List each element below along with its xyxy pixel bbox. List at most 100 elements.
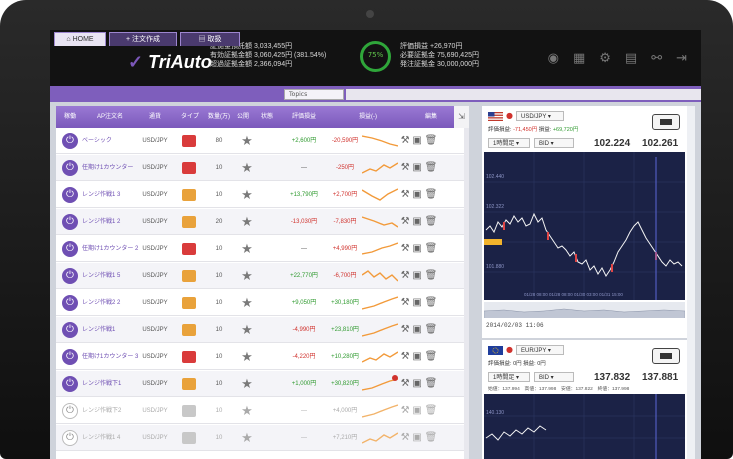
robot-icon[interactable]: ◉: [548, 52, 559, 65]
document-icon[interactable]: ▤: [625, 52, 637, 65]
copy-icon[interactable]: ▣: [412, 351, 421, 362]
settings-tool-icon[interactable]: ⚒: [401, 189, 410, 200]
favorite-star-icon[interactable]: ★: [240, 290, 254, 316]
copy-icon[interactable]: ▣: [412, 297, 421, 308]
topics-ticker[interactable]: Topics: [284, 89, 344, 100]
trash-icon[interactable]: 🗑: [425, 270, 438, 281]
power-toggle-icon[interactable]: ⏻: [62, 430, 78, 446]
copy-icon[interactable]: ▣: [412, 405, 421, 416]
rate-panel-scrollbar[interactable]: [687, 106, 695, 459]
settings-tool-icon[interactable]: ⚒: [401, 324, 410, 335]
candlestick-chart-eurjpy[interactable]: 140.130: [484, 394, 685, 459]
col-quantity[interactable]: 数量(万): [206, 106, 232, 128]
grid-icon[interactable]: ▦: [573, 52, 585, 65]
trash-icon[interactable]: 🗑: [425, 243, 438, 254]
col-pair[interactable]: 通貨: [136, 106, 174, 128]
favorite-star-icon[interactable]: ★: [240, 209, 254, 235]
favorite-star-icon[interactable]: ★: [240, 425, 254, 451]
col-status[interactable]: 状態: [254, 106, 280, 128]
trash-icon[interactable]: 🗑: [425, 432, 438, 443]
power-toggle-icon[interactable]: ⏻: [62, 403, 78, 419]
settings-tool-icon[interactable]: ⚒: [401, 351, 410, 362]
gear-icon[interactable]: ⚙: [599, 52, 611, 65]
power-toggle-icon[interactable]: ⏻: [62, 241, 78, 257]
trash-icon[interactable]: 🗑: [425, 405, 438, 416]
favorite-star-icon[interactable]: ★: [240, 398, 254, 424]
power-toggle-icon[interactable]: ⏻: [62, 214, 78, 230]
order-name[interactable]: レンジ作戦下1: [82, 375, 124, 393]
table-row[interactable]: ⏻ レンジ作戦1 3 USD/JPY 10 ★ +13,790円 +2,700円 ⚒ ▣ 🗑: [56, 182, 469, 208]
table-row[interactable]: ⏻ レンジ作戦1 2 USD/JPY 20 ★ -13,030円 -7,830円 ⚒ ▣ 🗑: [56, 209, 469, 235]
copy-icon[interactable]: ▣: [412, 432, 421, 443]
pair-select-eurjpy[interactable]: EUR/JPY ▾: [516, 345, 564, 355]
table-row[interactable]: ⏻ 任期け1カウンター 2 USD/JPY 10 ★ — +4,990円 ⚒ ▣ 🗑: [56, 236, 469, 262]
trash-icon[interactable]: 🗑: [425, 378, 438, 389]
order-window-button-eurjpy[interactable]: [652, 348, 680, 364]
table-row[interactable]: ⏻ レンジ作戦1 USD/JPY 10 ★ -4,990円 +23,810円 ⚒ ▣ 🗑: [56, 317, 469, 343]
col-unrealized-pnl[interactable]: 評価損益: [280, 106, 328, 128]
power-toggle-icon[interactable]: ⏻: [62, 349, 78, 365]
timeframe-select-usdjpy[interactable]: 1時間足 ▾: [488, 138, 530, 148]
logout-icon[interactable]: ⇥: [676, 52, 687, 65]
tab-home[interactable]: ⌂ HOME: [54, 32, 106, 46]
order-name[interactable]: レンジ作戦2 2: [82, 294, 124, 312]
table-row[interactable]: ⏻ レンジ作戦1 5 USD/JPY 10 ★ +22,770円 -6,700円 ⚒ ▣ 🗑: [56, 263, 469, 289]
side-select-usdjpy[interactable]: BID ▾: [534, 138, 574, 148]
timeframe-select-eurjpy[interactable]: 1時間足 ▾: [488, 372, 530, 382]
trash-icon[interactable]: 🗑: [425, 216, 438, 227]
copy-icon[interactable]: ▣: [412, 135, 421, 146]
settings-tool-icon[interactable]: ⚒: [401, 432, 410, 443]
order-name[interactable]: レンジ作戦下2: [82, 402, 124, 420]
power-toggle-icon[interactable]: ⏻: [62, 322, 78, 338]
favorite-star-icon[interactable]: ★: [240, 263, 254, 289]
trash-icon[interactable]: 🗑: [425, 351, 438, 362]
order-name[interactable]: レンジ作戦1 3: [82, 186, 124, 204]
favorite-star-icon[interactable]: ★: [240, 128, 254, 154]
side-select-eurjpy[interactable]: BID ▾: [534, 372, 574, 382]
table-row[interactable]: ⏻ レンジ作戦2 2 USD/JPY 10 ★ +9,050円 +30,180円 ⚒ ▣ 🗑: [56, 290, 469, 316]
settings-tool-icon[interactable]: ⚒: [401, 243, 410, 254]
favorite-star-icon[interactable]: ★: [240, 344, 254, 370]
trash-icon[interactable]: 🗑: [425, 135, 438, 146]
power-toggle-icon[interactable]: ⏻: [62, 268, 78, 284]
table-row[interactable]: ⏻ 任期け1カウンター USD/JPY 10 ★ — -250円 ⚒ ▣ 🗑: [56, 155, 469, 181]
favorite-star-icon[interactable]: ★: [240, 236, 254, 262]
col-edit[interactable]: 編集: [408, 106, 454, 128]
table-row[interactable]: ⏻ レンジ作戦1 4 USD/JPY 10 ★ — +7,210円 ⚒ ▣ 🗑: [56, 425, 469, 451]
power-toggle-icon[interactable]: ⏻: [62, 295, 78, 311]
favorite-star-icon[interactable]: ★: [240, 371, 254, 397]
order-name[interactable]: ベーシック: [82, 132, 124, 150]
order-window-button-usdjpy[interactable]: [652, 114, 680, 130]
settings-tool-icon[interactable]: ⚒: [401, 297, 410, 308]
pair-select-usdjpy[interactable]: USD/JPY ▾: [516, 111, 564, 121]
power-toggle-icon[interactable]: ⏻: [62, 187, 78, 203]
power-toggle-icon[interactable]: ⏻: [62, 376, 78, 392]
table-row[interactable]: ⏻ レンジ作戦下1 USD/JPY 10 ★ +1,000円 +30,820円 ⚒ ▣ 🗑: [56, 371, 469, 397]
link-icon[interactable]: ⚯: [651, 52, 662, 65]
col-public[interactable]: 公開: [232, 106, 254, 128]
expand-icon[interactable]: ⇲: [454, 106, 469, 128]
copy-icon[interactable]: ▣: [412, 324, 421, 335]
favorite-star-icon[interactable]: ★: [240, 182, 254, 208]
candlestick-chart-usdjpy[interactable]: 102.440 102.322 101.880 01/28 08:00 01/2…: [484, 152, 685, 300]
table-row[interactable]: ⏻ レンジ作戦下2 USD/JPY 10 ★ — +4,000円 ⚒ ▣ 🗑: [56, 398, 469, 424]
order-name[interactable]: レンジ作戦1 2: [82, 213, 124, 231]
trash-icon[interactable]: 🗑: [425, 162, 438, 173]
copy-icon[interactable]: ▣: [412, 378, 421, 389]
power-toggle-icon[interactable]: ⏻: [62, 160, 78, 176]
tab-create-order[interactable]: + 注文作成: [109, 32, 177, 46]
order-name[interactable]: レンジ作戦1 5: [82, 267, 124, 285]
table-scrollbar[interactable]: [464, 128, 469, 459]
chart-navigator-usdjpy[interactable]: [484, 302, 685, 318]
favorite-star-icon[interactable]: ★: [240, 155, 254, 181]
settings-tool-icon[interactable]: ⚒: [401, 378, 410, 389]
settings-tool-icon[interactable]: ⚒: [401, 216, 410, 227]
order-name[interactable]: 任期け1カウンター 3: [82, 348, 138, 366]
order-name[interactable]: レンジ作戦1 4: [82, 429, 124, 447]
order-name[interactable]: 任期け1カウンター 2: [82, 240, 138, 258]
table-row[interactable]: ⏻ ベーシック USD/JPY 80 ★ +2,600円 -20,590円 ⚒ ▣ 🗑: [56, 128, 469, 154]
col-type[interactable]: タイプ: [174, 106, 206, 128]
order-name[interactable]: 任期け1カウンター: [82, 159, 133, 177]
trash-icon[interactable]: 🗑: [425, 297, 438, 308]
trash-icon[interactable]: 🗑: [425, 189, 438, 200]
